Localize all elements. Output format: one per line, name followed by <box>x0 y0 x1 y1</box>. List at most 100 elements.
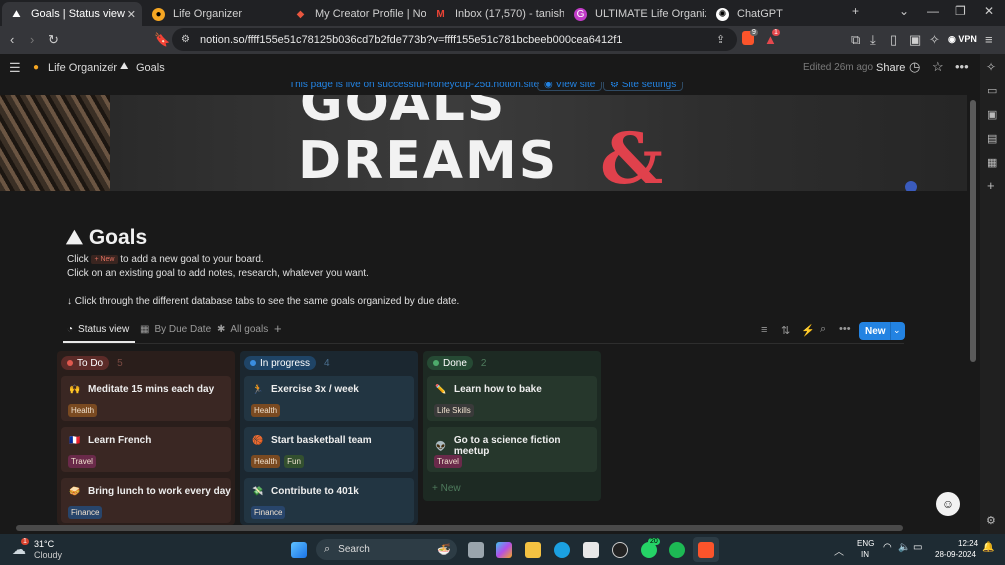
view-site-button[interactable]: ◉ View site <box>537 82 603 91</box>
copilot-icon[interactable] <box>496 542 512 558</box>
download-icon[interactable]: ⤓ <box>870 32 876 48</box>
share-button[interactable]: Share <box>876 62 905 74</box>
site-info-icon[interactable]: ⚙ <box>181 34 190 45</box>
filter-icon[interactable]: ≡ <box>761 324 767 336</box>
card-title: Go to a science fiction meetup <box>453 435 561 457</box>
chevron-down-icon[interactable]: ⌄ <box>899 4 909 18</box>
card-basketball[interactable]: 🏀 Start basketball team Health Fun <box>244 427 414 472</box>
panel-reading-list-icon[interactable]: ▦ <box>987 156 997 169</box>
h-scrollbar-thumb[interactable] <box>16 525 903 531</box>
battery-icon[interactable]: ▭ <box>913 542 922 553</box>
cover-ampersand: & <box>600 117 664 191</box>
done-header[interactable]: Done 2 <box>427 356 486 370</box>
tag-fun: Fun <box>284 455 304 468</box>
site-settings-button[interactable]: ⚙ Site settings <box>603 82 684 91</box>
panel-settings-gear-icon[interactable]: ⚙ <box>986 514 996 527</box>
close-tab-icon[interactable]: ✕ <box>127 8 136 21</box>
new-button[interactable]: New ⌄ <box>859 322 905 340</box>
done-pill: Done <box>427 356 473 370</box>
panel-tabs-icon[interactable]: ▭ <box>987 84 997 97</box>
menu-icon[interactable]: ≡ <box>985 32 993 47</box>
clock-time[interactable]: 12:24 <box>958 539 978 548</box>
restore-icon[interactable]: ❐ <box>955 4 966 18</box>
progress-header[interactable]: In progress 4 <box>244 356 330 370</box>
windows-start-icon[interactable] <box>291 542 307 558</box>
task-view-icon[interactable] <box>468 542 484 558</box>
share-url-icon[interactable]: ⇪ <box>716 33 725 46</box>
lang-code[interactable]: ENG <box>857 539 874 548</box>
automation-bolt-icon[interactable]: ⚡ <box>801 324 815 337</box>
breadcrumb-current[interactable]: Goals <box>136 62 165 74</box>
leo-ai-icon[interactable]: ✧ <box>929 32 940 48</box>
volume-icon[interactable]: 🔈 <box>898 542 910 553</box>
leo-icon[interactable]: ✧ <box>986 60 996 74</box>
progress-pill: In progress <box>244 356 317 370</box>
bookmark-icon[interactable]: 🔖 <box>154 32 170 48</box>
spotify-icon[interactable] <box>669 542 685 558</box>
tray-chevron-up-icon[interactable]: ︿ <box>834 543 844 558</box>
view-options-icon[interactable]: ••• <box>839 323 851 335</box>
tab-all-goals[interactable]: ✱ All goals <box>217 324 268 335</box>
panel-wallet-icon[interactable]: ▣ <box>987 108 997 121</box>
address-bar[interactable]: ⚙ notion.so/ffff155e51c78125b036cd7b2fde… <box>172 28 737 51</box>
vertical-scrollbar[interactable] <box>968 82 978 528</box>
tab-chatgpt[interactable]: ✺ ChatGPT <box>708 2 848 26</box>
favorite-star-icon[interactable]: ☆ <box>932 59 944 75</box>
wallet-icon[interactable]: ▣ <box>909 32 921 48</box>
notification-bell-icon[interactable]: 🔔 <box>982 542 994 553</box>
brave-icon[interactable] <box>698 542 714 558</box>
progress-count: 4 <box>324 357 330 369</box>
todo-header[interactable]: To Do 5 <box>61 356 123 370</box>
url-text[interactable]: notion.so/ffff155e51c78125b036cd7b2fde77… <box>200 34 622 46</box>
panel-add-icon[interactable]: + <box>987 178 995 193</box>
updates-clock-icon[interactable]: ◷ <box>909 59 920 75</box>
ms-store-icon[interactable] <box>583 542 599 558</box>
card-learn-french[interactable]: 🇫🇷 Learn French Travel <box>61 427 231 472</box>
goals-page-icon: ⛰ <box>120 61 129 72</box>
card-401k[interactable]: 💸 Contribute to 401k Finance <box>244 478 414 523</box>
edge-icon[interactable] <box>554 542 570 558</box>
card-title: Exercise 3x / week <box>271 384 359 395</box>
card-meditate[interactable]: 🙌 Meditate 15 mins each day Health <box>61 376 231 421</box>
add-view-button[interactable]: + <box>274 321 282 336</box>
done-add-new-button[interactable]: + New <box>432 483 461 494</box>
forward-icon[interactable]: › <box>30 32 34 47</box>
new-chevron-down-icon[interactable]: ⌄ <box>893 325 901 336</box>
page-title-text[interactable]: Goals <box>89 226 147 250</box>
reload-icon[interactable]: ↻ <box>48 32 59 48</box>
extensions-icon[interactable]: ⧉ <box>851 32 860 48</box>
dell-icon[interactable] <box>612 542 628 558</box>
tab-ultimate-life[interactable]: G ULTIMATE Life Organizer <box>566 2 706 26</box>
new-tab-icon[interactable]: + <box>852 4 859 18</box>
panel-bookmarks-icon[interactable]: ▤ <box>987 132 997 145</box>
close-window-icon[interactable]: ✕ <box>984 4 994 18</box>
ai-help-button[interactable]: ☺ <box>936 492 960 516</box>
scrollbar-thumb[interactable] <box>970 100 976 362</box>
taskbar-search[interactable]: ⌕ Search 🍜 <box>316 539 457 560</box>
browser-tab-strip: ⛰ Goals | Status view ✕ ● Life Organizer… <box>0 0 1005 26</box>
sidebar-icon[interactable]: ▯ <box>890 32 897 48</box>
back-icon[interactable]: ‹ <box>10 32 14 47</box>
tab-goals[interactable]: ⛰ Goals | Status view ✕ <box>2 2 142 26</box>
card-exercise[interactable]: 🏃 Exercise 3x / week Health <box>244 376 414 421</box>
tab-life-organizer[interactable]: ● Life Organizer <box>144 2 284 26</box>
card-bring-lunch[interactable]: 🥪 Bring lunch to work every day Finance <box>61 478 231 523</box>
sidebar-menu-icon[interactable]: ☰ <box>9 60 21 76</box>
minimize-icon[interactable]: — <box>927 4 939 18</box>
breadcrumb-parent[interactable]: Life Organizer <box>48 62 117 74</box>
file-explorer-icon[interactable] <box>525 542 541 558</box>
tab-gmail[interactable]: M Inbox (17,570) - tanishqontop <box>426 2 564 26</box>
wifi-icon[interactable]: ◠ <box>883 542 892 553</box>
card-scifi-meetup[interactable]: 👽 Go to a science fiction meetup Travel <box>427 427 597 472</box>
search-icon[interactable]: ⌕ <box>820 323 826 336</box>
sort-icon[interactable]: ⇅ <box>781 324 790 337</box>
vpn-button[interactable]: ◉ VPN <box>948 34 977 45</box>
tab-status-view[interactable]: ◔ Status view <box>67 324 129 335</box>
card-bake[interactable]: ✏️ Learn how to bake Life Skills <box>427 376 597 421</box>
life-organizer-icon: ● <box>152 7 165 21</box>
horizontal-scrollbar[interactable] <box>0 524 968 532</box>
gmail-icon: M <box>436 8 445 20</box>
tab-by-due-date[interactable]: ▦ By Due Date <box>140 324 211 335</box>
more-options-icon[interactable]: ••• <box>955 59 969 74</box>
tab-creator-profile[interactable]: ◆ My Creator Profile | Notion <box>286 2 426 26</box>
